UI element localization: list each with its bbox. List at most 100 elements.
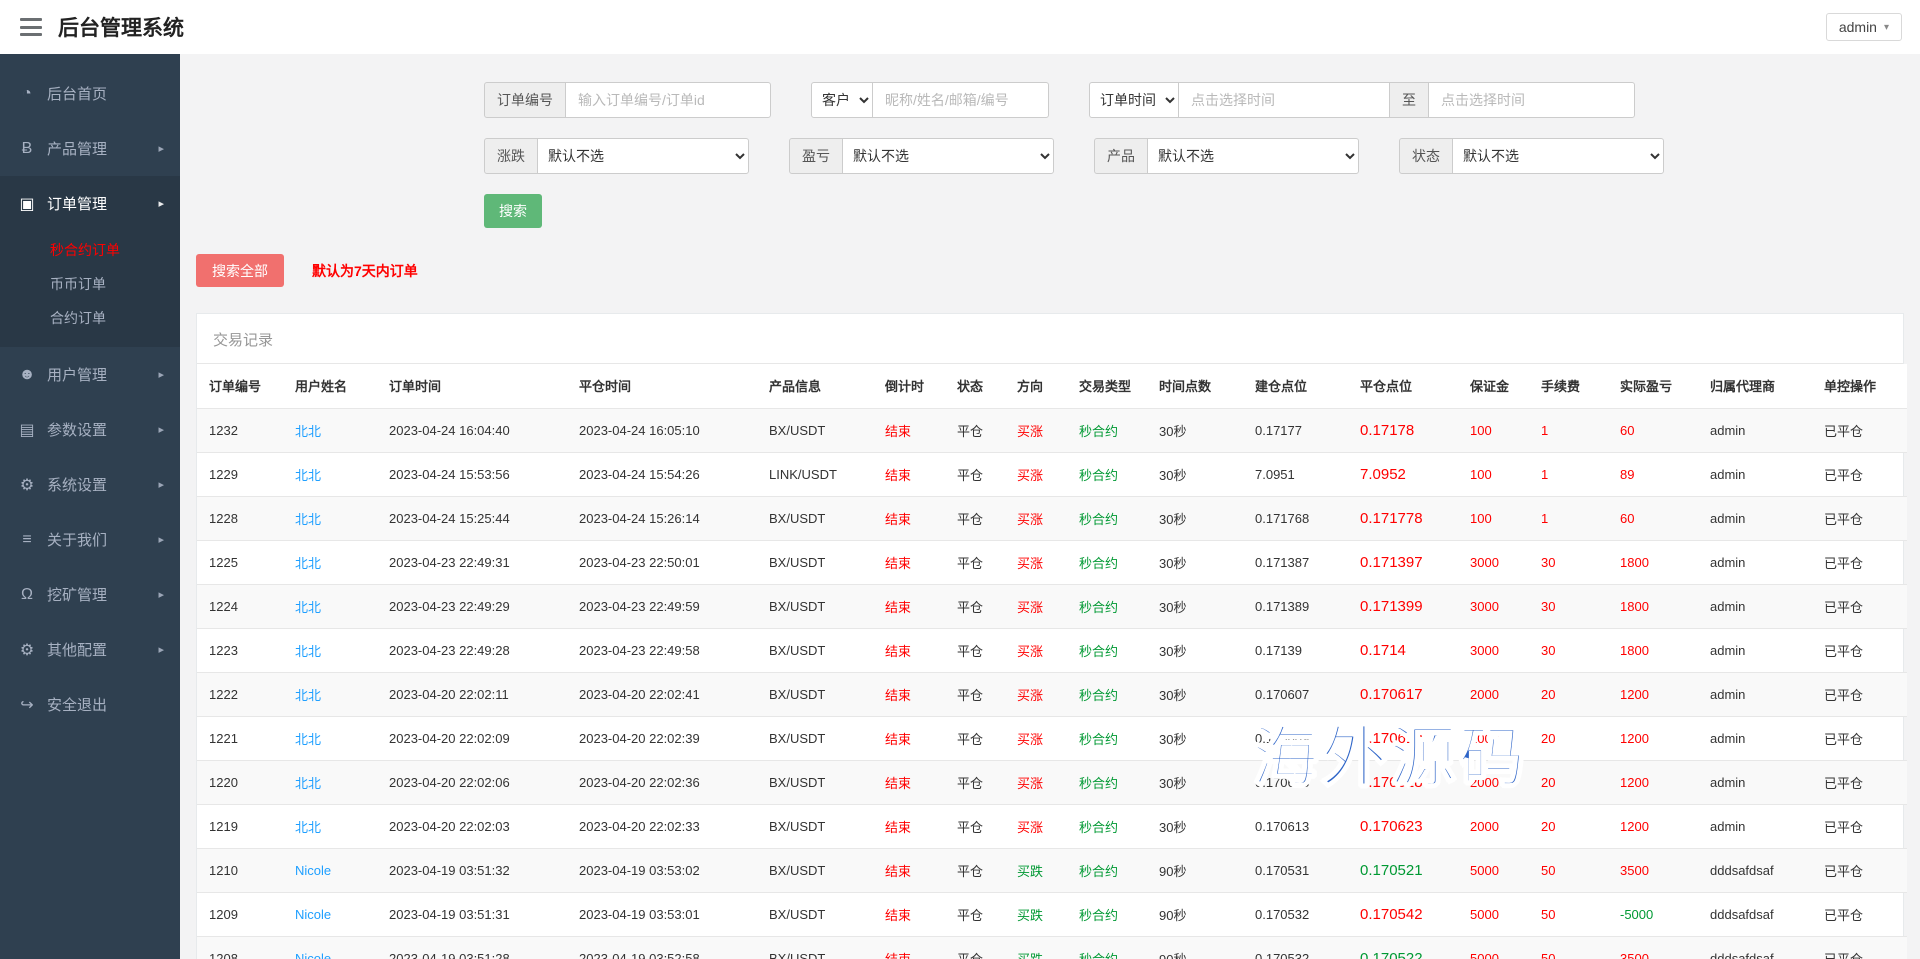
customer-filter: 客户	[811, 82, 1049, 118]
cell-profit: 1200	[1608, 716, 1698, 760]
sidebar-item-2[interactable]: ▣ 订单管理 ▸	[0, 176, 180, 231]
cell-trade-type: 秒合约	[1067, 452, 1147, 496]
cell-close-time: 2023-04-24 15:26:14	[567, 496, 757, 540]
cell-profit: 89	[1608, 452, 1698, 496]
cell-order-no: 1221	[197, 716, 283, 760]
cell-direction: 买涨	[1005, 540, 1067, 584]
cell-open-point: 0.170613	[1243, 804, 1348, 848]
time-type-select[interactable]: 订单时间	[1089, 82, 1179, 118]
cell-time-points: 90秒	[1147, 936, 1243, 959]
cell-agent: admin	[1698, 804, 1812, 848]
cell-order-time: 2023-04-19 03:51:32	[377, 848, 567, 892]
cell-user-name: 北北	[283, 672, 377, 716]
cell-action: 已平仓	[1812, 716, 1907, 760]
customer-type-select[interactable]: 客户	[811, 82, 873, 118]
user-name-link[interactable]: 北北	[295, 600, 321, 615]
cell-time-points: 30秒	[1147, 672, 1243, 716]
cell-user-name: 北北	[283, 452, 377, 496]
product-select[interactable]: 默认不选	[1147, 138, 1359, 174]
cell-action: 已平仓	[1812, 452, 1907, 496]
cell-order-time: 2023-04-24 15:25:44	[377, 496, 567, 540]
cell-order-time: 2023-04-23 22:49:28	[377, 628, 567, 672]
sidebar-item-0[interactable]: ◔ 后台首页 ▸	[0, 66, 180, 121]
cell-order-time: 2023-04-24 15:53:56	[377, 452, 567, 496]
user-name-link[interactable]: 北北	[295, 820, 321, 835]
user-name-link[interactable]: Nicole	[295, 951, 331, 959]
sidebar-subitem-label: 合约订单	[50, 310, 106, 326]
cell-user-name: 北北	[283, 584, 377, 628]
cell-order-time: 2023-04-20 22:02:03	[377, 804, 567, 848]
sidebar-submenu: 秒合约订单 币币订单 合约订单	[0, 231, 180, 347]
hamburger-icon	[20, 18, 42, 21]
user-name-link[interactable]: 北北	[295, 644, 321, 659]
user-menu-button[interactable]: admin ▾	[1826, 13, 1902, 41]
cell-countdown: 结束	[873, 716, 945, 760]
sidebar-item-8[interactable]: ⚙ 其他配置 ▸	[0, 622, 180, 677]
cell-trade-type: 秒合约	[1067, 716, 1147, 760]
time-to-input[interactable]	[1428, 82, 1635, 118]
cell-product: BX/USDT	[757, 584, 873, 628]
user-name-link[interactable]: Nicole	[295, 907, 331, 922]
sidebar-item-3[interactable]: ☻ 用户管理 ▸	[0, 347, 180, 402]
user-name-link[interactable]: 北北	[295, 732, 321, 747]
cell-status: 平仓	[945, 452, 1005, 496]
cell-action: 已平仓	[1812, 672, 1907, 716]
cell-action: 已平仓	[1812, 760, 1907, 804]
column-header-15: 归属代理商	[1698, 364, 1812, 408]
cell-close-time: 2023-04-20 22:02:39	[567, 716, 757, 760]
cell-action: 已平仓	[1812, 848, 1907, 892]
cell-direction: 买涨	[1005, 628, 1067, 672]
cell-close-time: 2023-04-24 16:05:10	[567, 408, 757, 452]
cell-countdown: 结束	[873, 672, 945, 716]
column-header-4: 产品信息	[757, 364, 873, 408]
table-row: 1210 Nicole 2023-04-19 03:51:32 2023-04-…	[197, 848, 1907, 892]
user-name-link[interactable]: 北北	[295, 512, 321, 527]
cell-profit: 60	[1608, 496, 1698, 540]
sidebar-toggle-button[interactable]	[18, 17, 44, 37]
cell-close-point: 0.170522	[1348, 936, 1458, 959]
sidebar-item-1[interactable]: Ƀ 产品管理 ▸	[0, 121, 180, 176]
chevron-right-icon: ▸	[158, 368, 164, 381]
cell-open-point: 0.171389	[1243, 584, 1348, 628]
cell-agent: admin	[1698, 496, 1812, 540]
cell-direction: 买涨	[1005, 496, 1067, 540]
profit-select[interactable]: 默认不选	[842, 138, 1054, 174]
user-name-link[interactable]: 北北	[295, 556, 321, 571]
status-filter: 状态 默认不选	[1399, 138, 1664, 174]
user-name-link[interactable]: Nicole	[295, 863, 331, 878]
search-button[interactable]: 搜索	[484, 194, 542, 228]
sidebar-item-9[interactable]: ↪ 安全退出 ▸	[0, 677, 180, 732]
status-select[interactable]: 默认不选	[1452, 138, 1664, 174]
cell-action: 已平仓	[1812, 540, 1907, 584]
sidebar-item-6[interactable]: ≡ 关于我们 ▸	[0, 512, 180, 567]
cell-status: 平仓	[945, 804, 1005, 848]
cell-status: 平仓	[945, 496, 1005, 540]
cell-time-points: 30秒	[1147, 540, 1243, 584]
user-name-link[interactable]: 北北	[295, 468, 321, 483]
sidebar-item-5[interactable]: ⚙ 系统设置 ▸	[0, 457, 180, 512]
customer-input[interactable]	[872, 82, 1049, 118]
cell-time-points: 30秒	[1147, 452, 1243, 496]
search-all-button[interactable]: 搜索全部	[196, 254, 284, 287]
sidebar-item-7[interactable]: Ω 挖矿管理 ▸	[0, 567, 180, 622]
filter-row-2: 涨跌 默认不选 盈亏 默认不选 产品 默认不选 状态 默认不选	[484, 138, 1904, 174]
sidebar-subitem[interactable]: 币币订单	[0, 267, 180, 301]
updown-select[interactable]: 默认不选	[537, 138, 749, 174]
cell-action: 已平仓	[1812, 936, 1907, 959]
user-name-link[interactable]: 北北	[295, 688, 321, 703]
logout-icon: ↪	[16, 695, 38, 715]
cell-fee: 30	[1529, 584, 1608, 628]
cell-order-no: 1225	[197, 540, 283, 584]
order-no-input[interactable]	[565, 82, 771, 118]
sidebar-subitem[interactable]: 秒合约订单	[0, 233, 180, 267]
cell-margin: 3000	[1458, 584, 1529, 628]
sidebar-item-label: 挖矿管理	[47, 584, 107, 605]
user-name-link[interactable]: 北北	[295, 424, 321, 439]
time-from-input[interactable]	[1178, 82, 1390, 118]
user-name-link[interactable]: 北北	[295, 776, 321, 791]
sidebar-item-label: 安全退出	[47, 694, 107, 715]
table-row: 1232 北北 2023-04-24 16:04:40 2023-04-24 1…	[197, 408, 1907, 452]
sidebar-subitem[interactable]: 合约订单	[0, 301, 180, 335]
sidebar-item-4[interactable]: ▤ 参数设置 ▸	[0, 402, 180, 457]
cell-close-time: 2023-04-23 22:49:59	[567, 584, 757, 628]
